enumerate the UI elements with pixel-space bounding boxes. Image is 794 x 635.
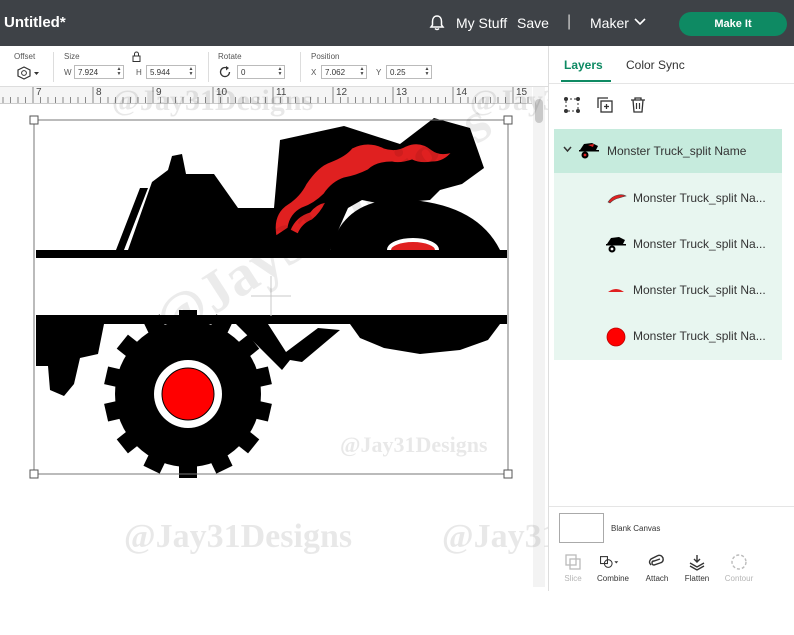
offset-icon[interactable] xyxy=(16,66,40,80)
layer-name: Monster Truck_split Na... xyxy=(633,191,766,205)
rotate-stepper-icon[interactable]: ▲ ▼ xyxy=(277,67,283,77)
duplicate-icon[interactable] xyxy=(596,96,614,114)
trash-icon[interactable] xyxy=(629,96,647,114)
layers-list: Monster Truck_split Name Monster Truck_s… xyxy=(554,129,782,360)
ruler-number: 7 xyxy=(36,87,42,98)
red-circle-layer-icon xyxy=(606,327,626,347)
bottom-split-bar xyxy=(36,315,507,324)
lock-icon[interactable] xyxy=(132,51,141,62)
selection-handle xyxy=(29,469,39,479)
chevron-down-icon[interactable] xyxy=(634,18,646,26)
flatten-label: Flatten xyxy=(684,574,710,583)
y-position-field[interactable]: 0.25 ▲ ▼ xyxy=(386,65,432,79)
offset-label: Offset xyxy=(14,52,36,61)
y-label: Y xyxy=(376,68,382,77)
rotate-label: Rotate xyxy=(218,52,242,61)
size-label: Size xyxy=(64,52,80,61)
width-stepper-icon[interactable]: ▲ ▼ xyxy=(116,67,122,77)
x-position-value: 7.062 xyxy=(325,68,346,77)
group-name: Monster Truck_split Name xyxy=(607,144,747,158)
toolbar-divider xyxy=(300,52,301,82)
panel-divider xyxy=(549,506,794,507)
header-separator: | xyxy=(567,13,572,30)
blank-canvas-swatch[interactable] xyxy=(559,513,604,543)
watermark: @Jay31Designs xyxy=(124,518,353,555)
truck-lower xyxy=(36,324,500,396)
width-field[interactable]: 7.924 ▲ ▼ xyxy=(74,65,124,79)
selection-handle xyxy=(503,469,513,479)
panel-divider xyxy=(549,83,794,84)
position-label: Position xyxy=(311,52,340,61)
layer-row[interactable]: Monster Truck_split Na... xyxy=(554,313,782,359)
edit-toolbar: Offset Size W 7.924 ▲ ▼ H 5.944 ▲ ▼ Rotate… xyxy=(0,46,548,87)
rotate-field[interactable]: 0 ▲ ▼ xyxy=(237,65,285,79)
layer-name: Monster Truck_split Na... xyxy=(633,237,766,251)
red-arc-layer-icon xyxy=(608,289,624,292)
red-flame-layer-icon xyxy=(607,194,627,204)
combine-icon[interactable] xyxy=(599,553,619,571)
x-position-field[interactable]: 7.062 ▲ ▼ xyxy=(321,65,367,79)
slice-icon[interactable] xyxy=(563,553,583,571)
top-bar: Untitled* My Stuff Save | Maker Make It xyxy=(0,0,794,46)
ruler-number: 12 xyxy=(336,87,348,98)
tab-layers[interactable]: Layers xyxy=(564,58,603,72)
tab-color-sync[interactable]: Color Sync xyxy=(626,58,685,72)
x-label: X xyxy=(311,68,317,77)
layer-name: Monster Truck_split Na... xyxy=(633,329,766,343)
machine-selector[interactable]: Maker xyxy=(590,15,629,31)
ruler-number: 8 xyxy=(96,87,102,98)
height-label: H xyxy=(136,68,142,77)
layer-name: Monster Truck_split Na... xyxy=(633,283,766,297)
y-position-value: 0.25 xyxy=(390,68,406,77)
layer-group-row[interactable]: Monster Truck_split Name xyxy=(554,129,782,173)
watermark: @Jay31Designs xyxy=(340,432,488,457)
toolbar-divider xyxy=(208,52,209,82)
height-stepper-icon[interactable]: ▲ ▼ xyxy=(188,67,194,77)
layer-row[interactable]: Monster Truck_split Na... xyxy=(554,221,782,267)
selection-handle xyxy=(29,115,39,125)
truck-group-icon xyxy=(579,143,599,159)
contour-icon[interactable] xyxy=(729,553,749,571)
rotate-icon[interactable] xyxy=(218,65,232,79)
bell-icon[interactable] xyxy=(428,14,446,32)
group-icon[interactable] xyxy=(563,96,581,114)
truck-layer-icon xyxy=(606,237,626,253)
save-button[interactable]: Save xyxy=(517,15,549,31)
combine-label: Combine xyxy=(596,574,629,583)
ruler-number: 13 xyxy=(396,87,408,98)
rotate-value: 0 xyxy=(241,68,246,77)
height-field[interactable]: 5.944 ▲ ▼ xyxy=(146,65,196,79)
width-label: W xyxy=(64,68,72,77)
blank-canvas-label: Blank Canvas xyxy=(611,524,661,533)
y-stepper-icon[interactable]: ▲ ▼ xyxy=(424,67,430,77)
chevron-down-icon[interactable] xyxy=(563,146,572,153)
flatten-icon[interactable] xyxy=(687,553,707,571)
active-tab-indicator xyxy=(561,80,611,82)
contour-label: Contour xyxy=(724,574,754,583)
canvas-scrollbar[interactable] xyxy=(533,87,545,587)
height-value: 5.944 xyxy=(150,68,171,77)
attach-icon[interactable] xyxy=(647,553,667,571)
layer-row[interactable]: Monster Truck_split Na... xyxy=(554,175,782,221)
my-stuff-link[interactable]: My Stuff xyxy=(456,15,507,31)
document-title[interactable]: Untitled* xyxy=(4,14,66,31)
width-value: 7.924 xyxy=(78,68,99,77)
watermark: @Jay31Designs xyxy=(112,84,314,117)
x-stepper-icon[interactable]: ▲ ▼ xyxy=(359,67,365,77)
make-it-button[interactable]: Make It xyxy=(679,12,787,36)
layers-panel: Layers Color Sync Monster Truck_split Na… xyxy=(548,46,794,591)
toolbar-divider xyxy=(53,52,54,82)
layer-row[interactable]: Monster Truck_split Na... xyxy=(554,267,782,313)
